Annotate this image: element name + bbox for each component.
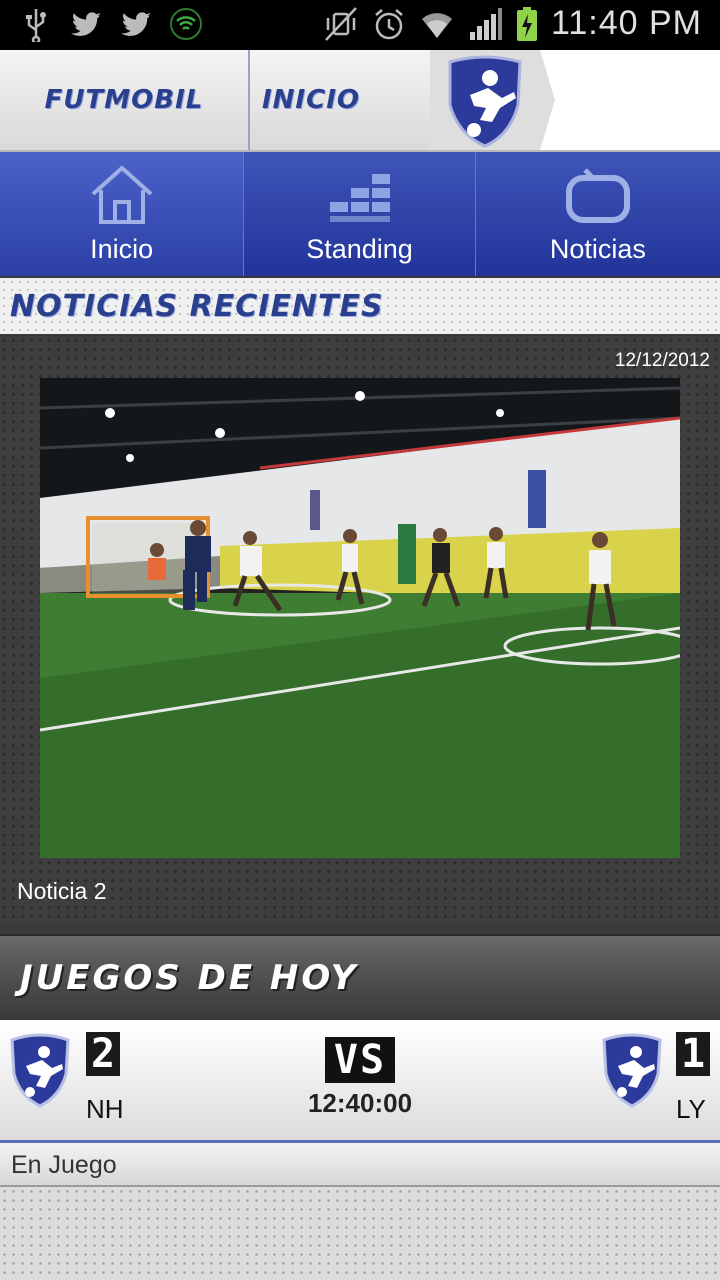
- twitter-icon: [121, 12, 151, 36]
- bars-icon: [329, 174, 390, 222]
- alarm-icon: [375, 8, 403, 39]
- shield-player-icon: [430, 50, 555, 150]
- games-title: JUEGOS DE HOY: [20, 958, 359, 998]
- news-card[interactable]: 12/12/2012 Noticia 2: [0, 336, 720, 922]
- match-row[interactable]: 2 NH VS 12:40:00 1 LY: [0, 1020, 720, 1143]
- match-status: En Juego: [11, 1151, 117, 1179]
- tv-icon: [565, 168, 630, 223]
- tab-label: Noticias: [549, 234, 646, 264]
- section-header: NOTICIAS RECIENTES: [0, 278, 720, 334]
- tab-label: Standing: [306, 234, 413, 264]
- match-status-row: En Juego: [0, 1143, 720, 1187]
- games-header: JUEGOS DE HOY: [0, 934, 720, 1022]
- match-time: 12:40:00: [307, 1088, 413, 1118]
- status-bar: 11:40 PM: [0, 0, 720, 50]
- away-score: 1: [676, 1031, 710, 1077]
- footer-pattern: [0, 1187, 720, 1280]
- news-caption: Noticia 2: [17, 878, 107, 904]
- tab-label: Inicio: [90, 234, 154, 264]
- usb-icon: [26, 9, 46, 42]
- home-icon: [91, 165, 152, 224]
- tab-noticias[interactable]: Noticias: [475, 152, 720, 276]
- indoor-soccer-photo: [40, 378, 680, 858]
- away-team-logo-icon: [602, 1033, 662, 1108]
- vibrate-off-icon: [325, 6, 357, 41]
- header-blank: [540, 50, 720, 150]
- home-team: NH: [86, 1094, 124, 1124]
- app-name: FUTMOBIL: [0, 50, 250, 150]
- news-date: 12/12/2012: [614, 350, 710, 371]
- twitter-icon: [71, 12, 101, 36]
- section-title: NOTICIAS RECIENTES: [10, 288, 384, 324]
- page-title: INICIO: [262, 85, 360, 115]
- battery-charging-icon: [516, 6, 537, 41]
- wifi-signal-icon: [170, 8, 202, 40]
- away-team: LY: [676, 1094, 706, 1124]
- vs-label: VS: [325, 1037, 395, 1083]
- tab-standing[interactable]: Standing: [244, 152, 476, 276]
- home-team-logo-icon: [10, 1033, 70, 1108]
- wifi-icon: [421, 12, 452, 38]
- clock: 11:40 PM: [550, 4, 702, 42]
- app-logo: [430, 50, 560, 150]
- app-header: FUTMOBIL INICIO: [0, 50, 720, 152]
- nav-tabs: Inicio Standing Noticias: [0, 152, 720, 276]
- news-image[interactable]: [40, 378, 680, 858]
- home-score: 2: [86, 1031, 120, 1077]
- tab-inicio[interactable]: Inicio: [0, 152, 245, 276]
- cell-signal-icon: [469, 7, 502, 40]
